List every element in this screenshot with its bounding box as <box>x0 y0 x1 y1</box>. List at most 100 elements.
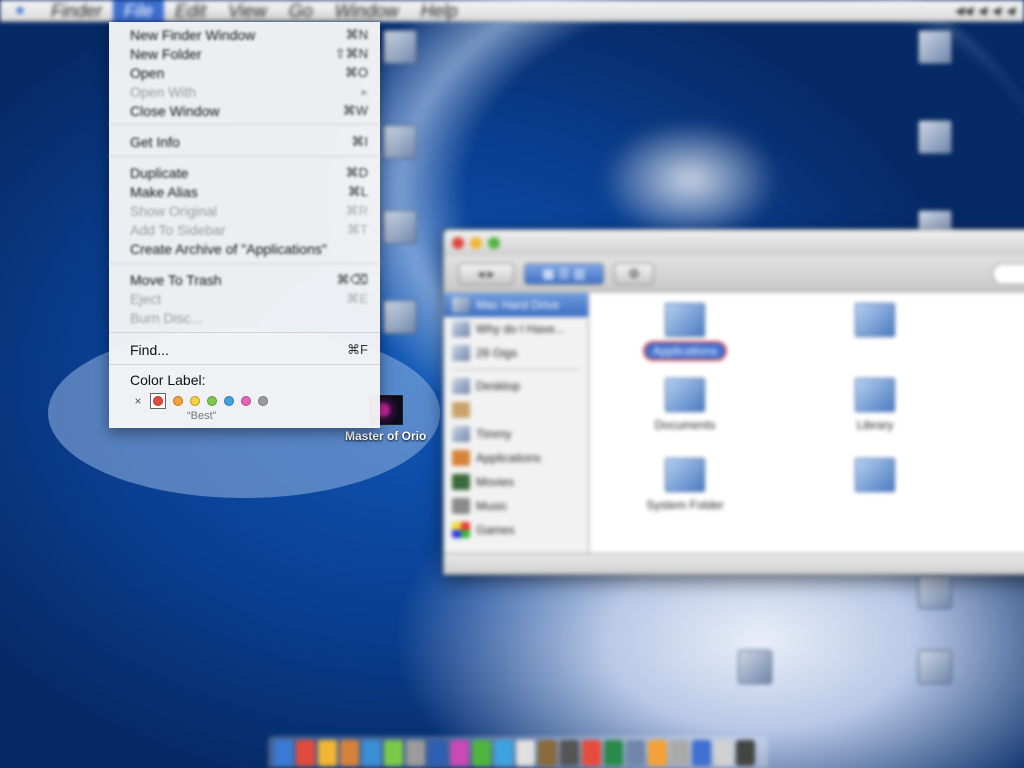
folder-item[interactable]: Applications <box>610 303 760 359</box>
folder-item[interactable]: Documents <box>610 378 760 432</box>
folder-item[interactable] <box>800 458 950 498</box>
close-button[interactable] <box>452 237 464 249</box>
dock-app-icon[interactable] <box>560 740 579 766</box>
sidebar-item[interactable]: Timmy <box>444 422 588 446</box>
dock-app-icon[interactable] <box>494 740 513 766</box>
search-field[interactable] <box>992 262 1024 285</box>
menu-item-new-folder[interactable]: New Folder ⇧⌘N <box>109 44 380 63</box>
dock-app-icon[interactable] <box>450 740 469 766</box>
dock-app-icon[interactable] <box>362 740 381 766</box>
menu-item-get-info[interactable]: Get Info ⌘I <box>109 132 380 151</box>
menu-edit[interactable]: Edit <box>164 0 217 22</box>
dock-app-icon[interactable] <box>736 740 755 766</box>
desktop-icon[interactable] <box>895 30 975 68</box>
menu-item-duplicate[interactable]: Duplicate ⌘D <box>109 163 380 182</box>
sidebar-item[interactable]: Music <box>444 494 588 518</box>
sidebar-item[interactable]: Games <box>444 518 588 542</box>
back-forward-button[interactable]: ◂ ▸ <box>458 262 514 285</box>
menu-item-create-archive[interactable]: Create Archive of "Applications" <box>109 239 380 258</box>
sidebar-item[interactable]: Movies <box>444 470 588 494</box>
dock-app-icon[interactable] <box>582 740 601 766</box>
folder-item[interactable]: Library <box>800 378 950 432</box>
menu-file[interactable]: File <box>113 0 165 22</box>
drive-icon <box>918 120 952 154</box>
menu-window[interactable]: Window <box>324 0 410 22</box>
dock-app-icon[interactable] <box>274 740 293 766</box>
dock-app-icon[interactable] <box>670 740 689 766</box>
dock-app-icon[interactable] <box>648 740 667 766</box>
dock-app-icon[interactable] <box>516 740 535 766</box>
sidebar-item[interactable]: 28 Gigs <box>444 341 588 365</box>
color-swatch-green[interactable] <box>207 396 217 406</box>
menu-item-open[interactable]: Open ⌘O <box>109 63 380 82</box>
apple-menu-icon[interactable]: ● <box>0 2 40 20</box>
finder-window[interactable]: ◂ ▸ ▦ ☰ ▥ ⚙ Mac Hard Drive Why do I Have… <box>443 229 1024 575</box>
file-menu-blurred-section: New Finder Window ⌘N New Folder ⇧⌘N Open ⌘O… <box>109 22 380 327</box>
menu-item-close-window[interactable]: Close Window ⌘W <box>109 101 380 120</box>
sidebar-item[interactable]: Applications <box>444 446 588 470</box>
menu-separator <box>109 364 380 365</box>
dock-app-icon[interactable] <box>538 740 557 766</box>
color-swatch-blue[interactable] <box>224 396 234 406</box>
dock-app-icon[interactable] <box>472 740 491 766</box>
dock-app-icon[interactable] <box>296 740 315 766</box>
hard-drive-icon <box>452 321 470 337</box>
home-icon <box>452 402 470 418</box>
sidebar-item-label: Desktop <box>476 379 521 393</box>
view-mode-buttons[interactable]: ▦ ☰ ▥ <box>524 262 604 285</box>
menu-item-new-finder-window[interactable]: New Finder Window ⌘N <box>109 25 380 44</box>
menu-view[interactable]: View <box>217 0 278 22</box>
folder-icon <box>738 650 772 684</box>
sidebar-item[interactable]: Desktop <box>444 374 588 398</box>
zoom-button[interactable] <box>488 237 500 249</box>
folder-icon <box>665 378 705 412</box>
menu-go[interactable]: Go <box>278 0 324 22</box>
menu-help[interactable]: Help <box>410 0 469 22</box>
dock-app-icon[interactable] <box>406 740 425 766</box>
menu-item-label: Find... <box>130 341 169 358</box>
file-menu: New Finder Window ⌘N New Folder ⇧⌘N Open ⌘O… <box>109 22 380 428</box>
action-button[interactable]: ⚙ <box>614 262 654 285</box>
folder-item[interactable]: System Folder <box>610 458 760 512</box>
color-swatch-purple[interactable] <box>241 396 251 406</box>
finder-sidebar: Mac Hard Drive Why do I Have... 28 Gigs … <box>444 293 589 555</box>
desktop-icon[interactable] <box>895 120 975 158</box>
status-bar <box>444 553 1024 574</box>
dock-app-icon[interactable] <box>604 740 623 766</box>
no-label-icon[interactable]: × <box>133 394 143 408</box>
dock-app-icon[interactable] <box>318 740 337 766</box>
desktop-icon[interactable] <box>895 650 975 688</box>
sidebar-item[interactable] <box>444 398 588 422</box>
dock-app-icon[interactable] <box>384 740 403 766</box>
dock-app-icon[interactable] <box>714 740 733 766</box>
sidebar-item-label: Applications <box>476 451 541 465</box>
desktop-icon[interactable] <box>715 650 795 688</box>
dock-app-icon[interactable] <box>340 740 359 766</box>
menu-item-move-to-trash[interactable]: Move To Trash ⌘⌫ <box>109 270 380 289</box>
games-icon <box>452 522 470 538</box>
sidebar-item[interactable]: Mac Hard Drive <box>444 293 588 317</box>
menu-item-shortcut: ⌘F <box>347 341 368 357</box>
folder-icon <box>383 210 417 244</box>
dock-app-icon[interactable] <box>428 740 447 766</box>
color-swatch-gray[interactable] <box>258 396 268 406</box>
folder-icon <box>383 125 417 159</box>
dock-app-icon[interactable] <box>626 740 645 766</box>
menu-finder[interactable]: Finder <box>40 0 113 22</box>
desktop-icon[interactable] <box>895 575 975 613</box>
dock-app-icon[interactable] <box>692 740 711 766</box>
color-swatch-yellow[interactable] <box>190 396 200 406</box>
color-swatch-orange[interactable] <box>173 396 183 406</box>
folder-item[interactable] <box>800 303 950 343</box>
color-swatch-selected-frame[interactable] <box>150 393 166 409</box>
window-titlebar[interactable] <box>444 230 1024 256</box>
menu-extras[interactable]: ◂◂ ◂ ◂ ◂ <box>954 0 1024 21</box>
folder-icon <box>855 458 895 492</box>
sidebar-item-label: Games <box>476 523 515 537</box>
menu-item-make-alias[interactable]: Make Alias ⌘L <box>109 182 380 201</box>
desktop-icon-label: Master of Orio <box>345 429 427 443</box>
menu-item-find[interactable]: Find... ⌘F <box>109 340 380 359</box>
minimize-button[interactable] <box>470 237 482 249</box>
folder-icon <box>383 300 417 334</box>
sidebar-item[interactable]: Why do I Have... <box>444 317 588 341</box>
